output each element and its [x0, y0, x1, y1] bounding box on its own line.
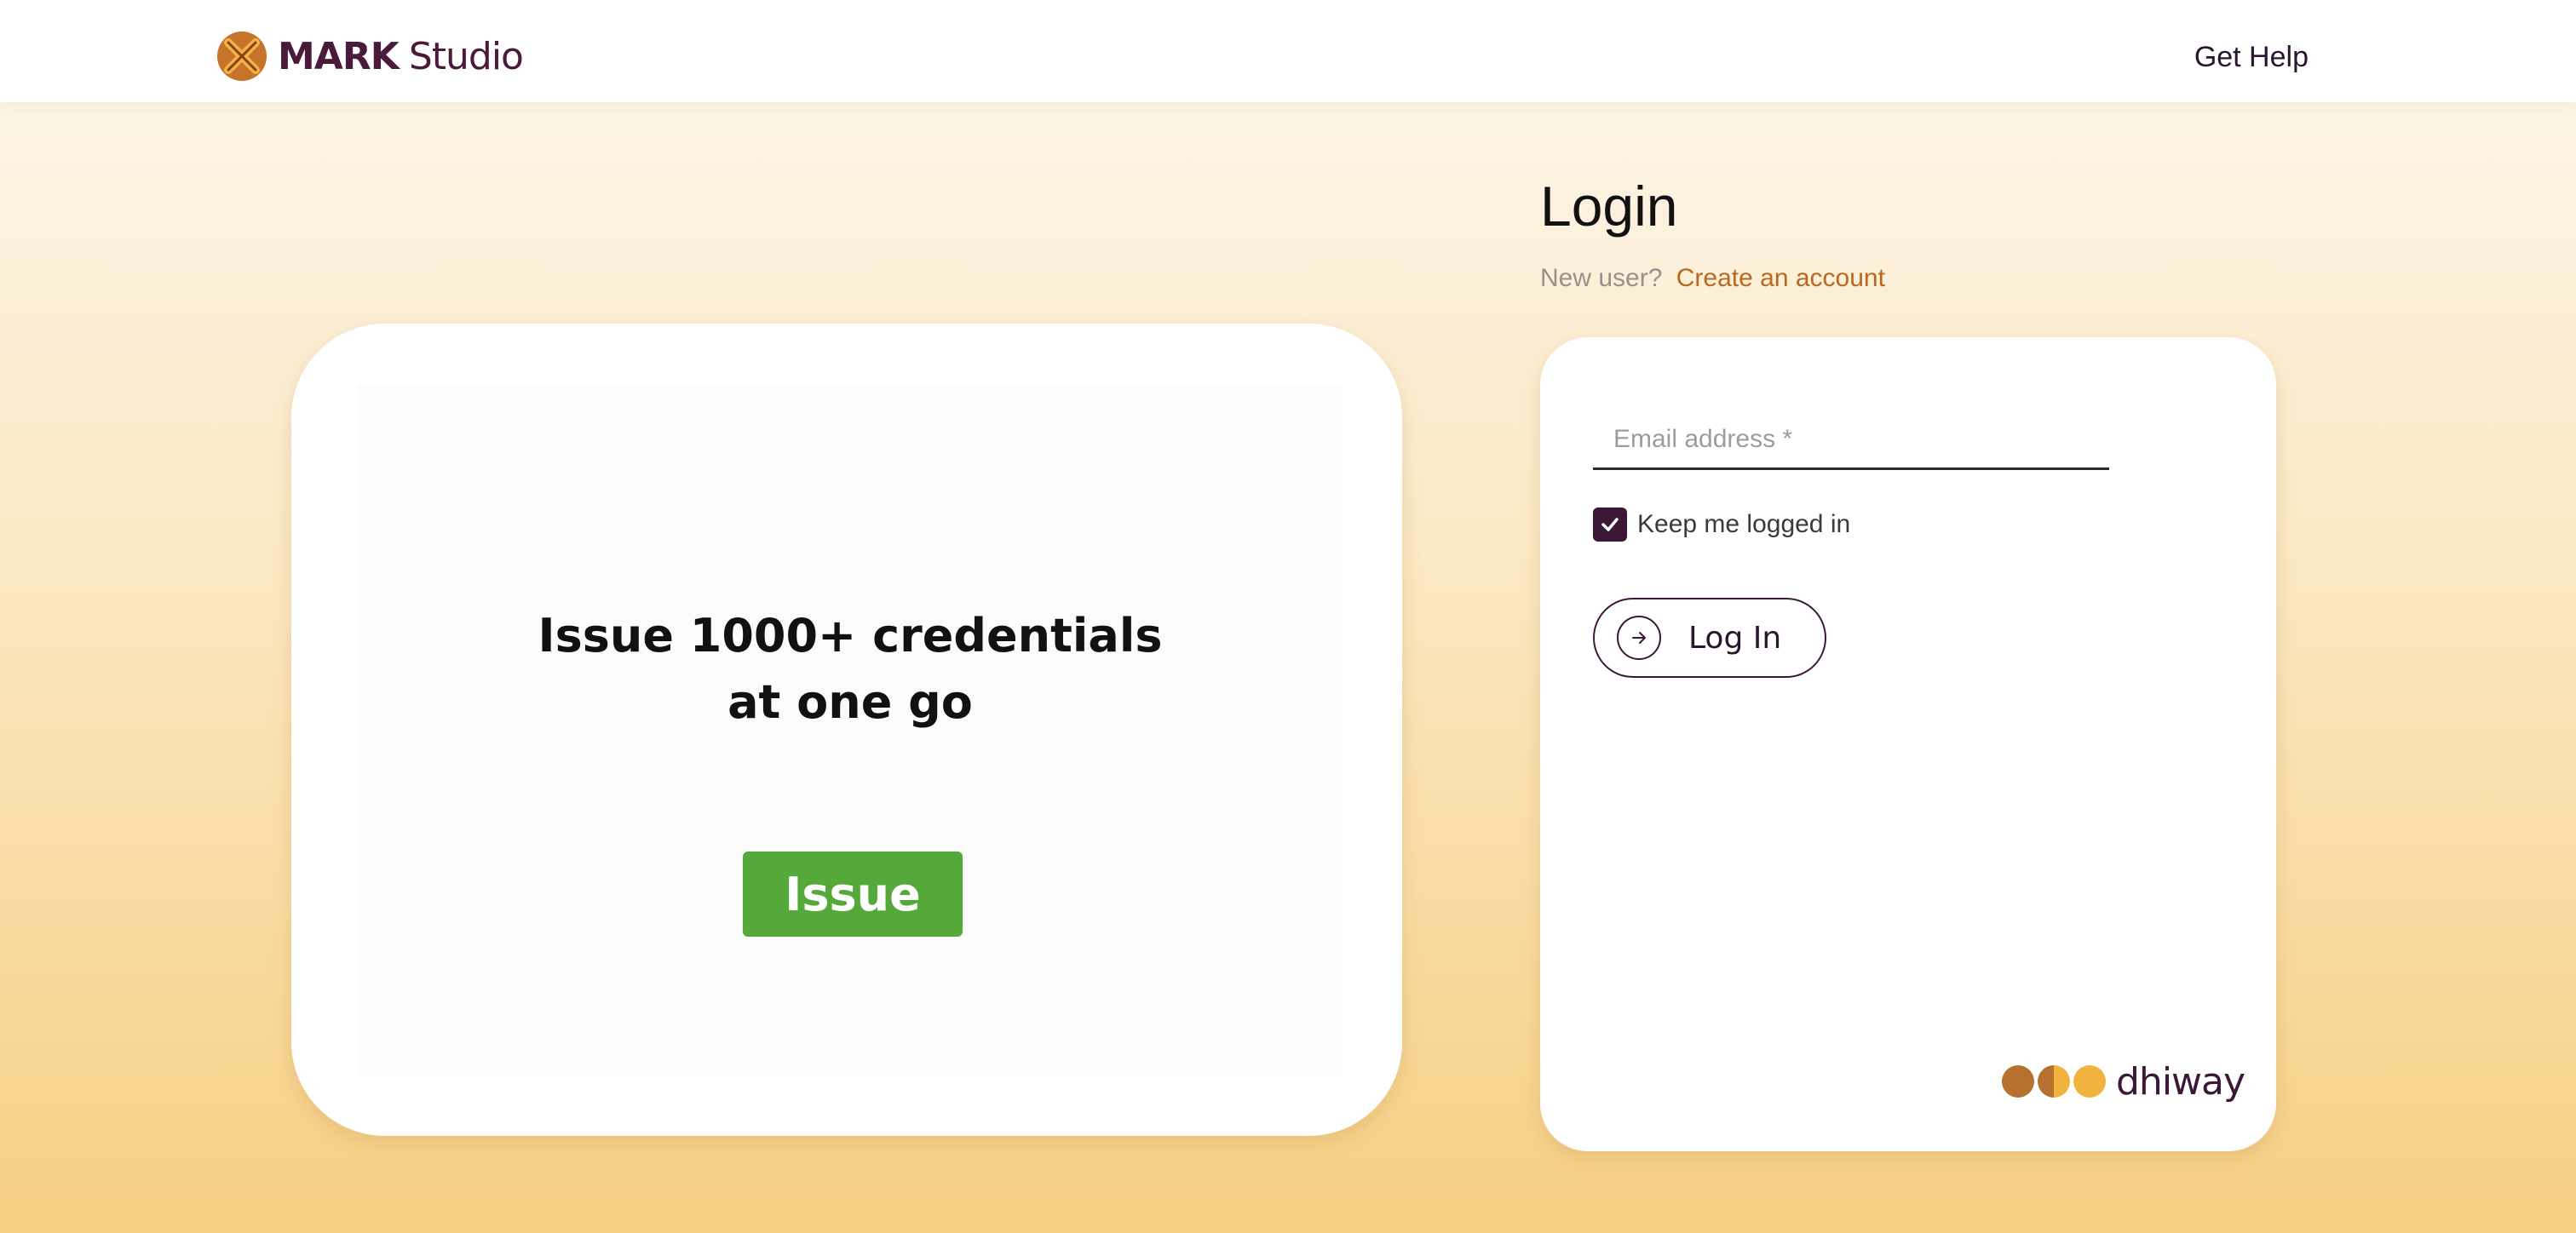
dhiway-dot-1 [2002, 1065, 2034, 1098]
promo-title: Issue 1000+ credentials at one go [358, 603, 1343, 736]
login-button[interactable]: Log In [1593, 598, 1826, 678]
promo-illustration: Issue 1000+ credentials at one go Issue [358, 385, 1343, 1076]
create-account-link[interactable]: Create an account [1676, 264, 1885, 292]
promo-card: Issue 1000+ credentials at one go Issue [291, 324, 1402, 1136]
login-card: Keep me logged in Log In dhiway [1540, 337, 2276, 1151]
keep-logged-in-label: Keep me logged in [1637, 510, 1851, 538]
dhiway-logo: dhiway [2002, 1060, 2245, 1104]
keep-logged-in-toggle[interactable]: Keep me logged in [1593, 508, 1850, 542]
brand-name-bold: MARK [278, 34, 400, 78]
brand-logo-link[interactable]: MARK Studio [216, 31, 524, 82]
dhiway-dot-3 [2073, 1065, 2106, 1098]
get-help-link[interactable]: Get Help [2194, 41, 2309, 74]
dhiway-dot-2 [2038, 1065, 2070, 1098]
promo-title-line2: at one go [727, 675, 973, 729]
login-button-label: Log In [1688, 620, 1782, 656]
new-user-prompt: New user? [1540, 264, 1663, 292]
brand-name-light: Studio [408, 34, 524, 78]
email-field[interactable] [1593, 410, 2109, 470]
dhiway-wordmark: dhiway [2116, 1059, 2245, 1104]
issue-button: Issue [743, 852, 963, 937]
mark-studio-logo-icon [217, 32, 267, 81]
signup-row: New user? Create an account [1540, 264, 1885, 293]
login-title: Login [1540, 175, 1678, 238]
top-header: MARK Studio Get Help [0, 0, 2576, 102]
check-icon [1601, 518, 1619, 531]
promo-title-line1: Issue 1000+ credentials [538, 609, 1163, 662]
arrow-right-icon [1617, 616, 1661, 660]
keep-logged-in-checkbox[interactable] [1593, 508, 1627, 542]
